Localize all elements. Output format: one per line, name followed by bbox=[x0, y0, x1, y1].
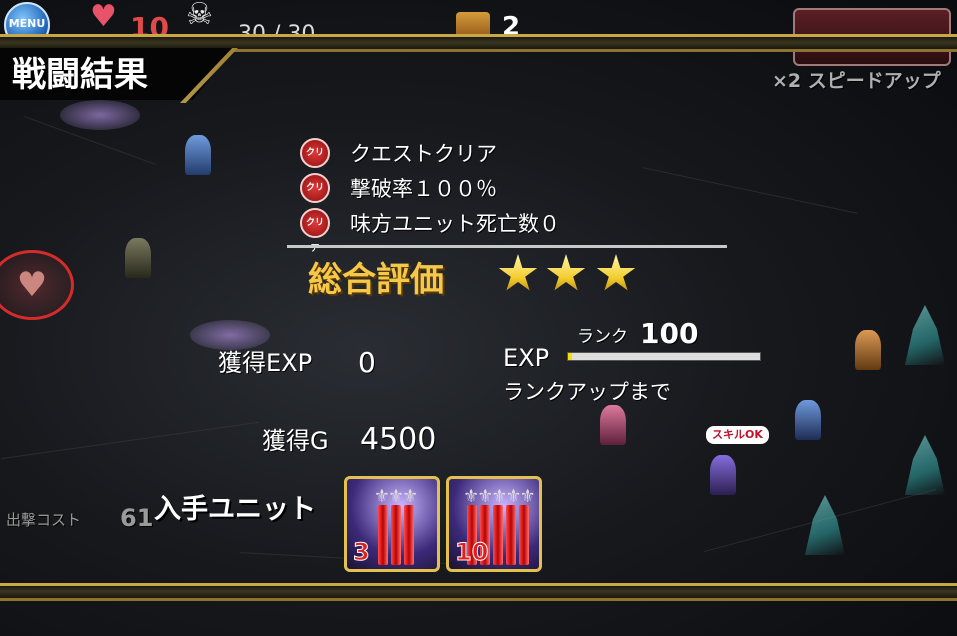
bottom-gold-band bbox=[0, 583, 957, 601]
unit-count: 10 bbox=[454, 538, 489, 566]
earned-gold-value: 4500 bbox=[360, 422, 437, 457]
obtained-units-label: 入手ユニット bbox=[154, 494, 316, 525]
heart-icon: ♥ bbox=[90, 0, 117, 34]
results-divider bbox=[287, 245, 727, 248]
exp-progress-bar bbox=[567, 352, 761, 361]
rank-up-label: ランクアップまで bbox=[503, 380, 671, 404]
skill-ok-bubble: スキルOK bbox=[706, 426, 769, 444]
condition-text: 味方ユニット死亡数０ bbox=[350, 212, 560, 236]
clear-badge-icon: クリア bbox=[300, 173, 330, 219]
unit-count: 3 bbox=[353, 538, 371, 566]
earned-gold-label: 獲得G bbox=[262, 427, 329, 455]
speed-up-label[interactable]: ×2 スピードアップ bbox=[772, 70, 941, 92]
condition-text: クエストクリア bbox=[350, 142, 497, 166]
earned-exp-value: 0 bbox=[358, 346, 376, 379]
sortie-cost-value: 61 bbox=[120, 504, 154, 532]
condition-row: クリア 味方ユニット死亡数０ bbox=[300, 206, 560, 254]
clear-badge-icon: クリア bbox=[300, 208, 330, 254]
condition-row: クリア 撃破率１００％ bbox=[300, 171, 497, 219]
earned-exp-label: 獲得EXP bbox=[218, 349, 313, 377]
obtained-unit-card[interactable]: ⚜⚜⚜⚜⚜ 10 bbox=[446, 476, 542, 572]
sortie-cost-label: 出撃コスト bbox=[6, 511, 82, 529]
base-heart-marker: ♥ bbox=[0, 250, 74, 320]
obtained-unit-card[interactable]: ⚜⚜⚜ 3 bbox=[344, 476, 440, 572]
unit-bundle-icon bbox=[365, 505, 427, 567]
condition-text: 撃破率１００％ bbox=[350, 177, 497, 201]
clear-badge-icon: クリア bbox=[300, 138, 330, 184]
rank-label: ランク bbox=[577, 327, 628, 347]
page-title: 戦闘結果 bbox=[12, 55, 148, 95]
exp-bar-label: EXP bbox=[503, 344, 550, 372]
skull-icon: ☠ bbox=[186, 0, 213, 32]
condition-row: クリア クエストクリア bbox=[300, 136, 497, 184]
overall-rating-label: 総合評価 bbox=[308, 260, 444, 300]
exp-progress-fill bbox=[568, 353, 572, 360]
rank-value: 100 bbox=[640, 317, 699, 350]
